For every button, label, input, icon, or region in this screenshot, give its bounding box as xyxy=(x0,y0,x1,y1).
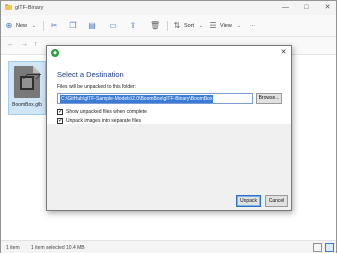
app-icon: ◆ xyxy=(51,49,59,57)
destination-label: Files will be unpacked to this folder: xyxy=(57,84,136,90)
destination-path-input[interactable]: C:\GitHub\glTF-Sample-Models\2.0\BoomBox… xyxy=(57,93,253,104)
cancel-button[interactable]: Cancel xyxy=(265,195,288,207)
dialog-close-button[interactable]: ✕ xyxy=(279,48,288,57)
unpack-images-label: Unpack images into separate files xyxy=(66,118,142,124)
dialog-title-bar: ◆ ✕ xyxy=(47,46,291,60)
unpack-button[interactable]: Unpack xyxy=(236,195,261,207)
show-files-checkbox[interactable]: ✓ xyxy=(57,109,63,115)
unpack-images-checkbox-row[interactable]: ✓ Unpack images into separate files xyxy=(57,117,141,125)
show-files-checkbox-row[interactable]: ✓ Show unpacked files when complete xyxy=(57,108,147,116)
show-files-label: Show unpacked files when complete xyxy=(66,109,147,115)
dialog-heading: Select a Destination xyxy=(57,70,124,79)
destination-path-value: C:\GitHub\glTF-Sample-Models\2.0\BoomBox… xyxy=(60,95,214,103)
select-destination-dialog: ◆ ✕ Select a Destination Files will be u… xyxy=(46,45,292,211)
browse-button[interactable]: Browse... xyxy=(256,93,282,104)
unpack-images-checkbox[interactable]: ✓ xyxy=(57,118,63,124)
